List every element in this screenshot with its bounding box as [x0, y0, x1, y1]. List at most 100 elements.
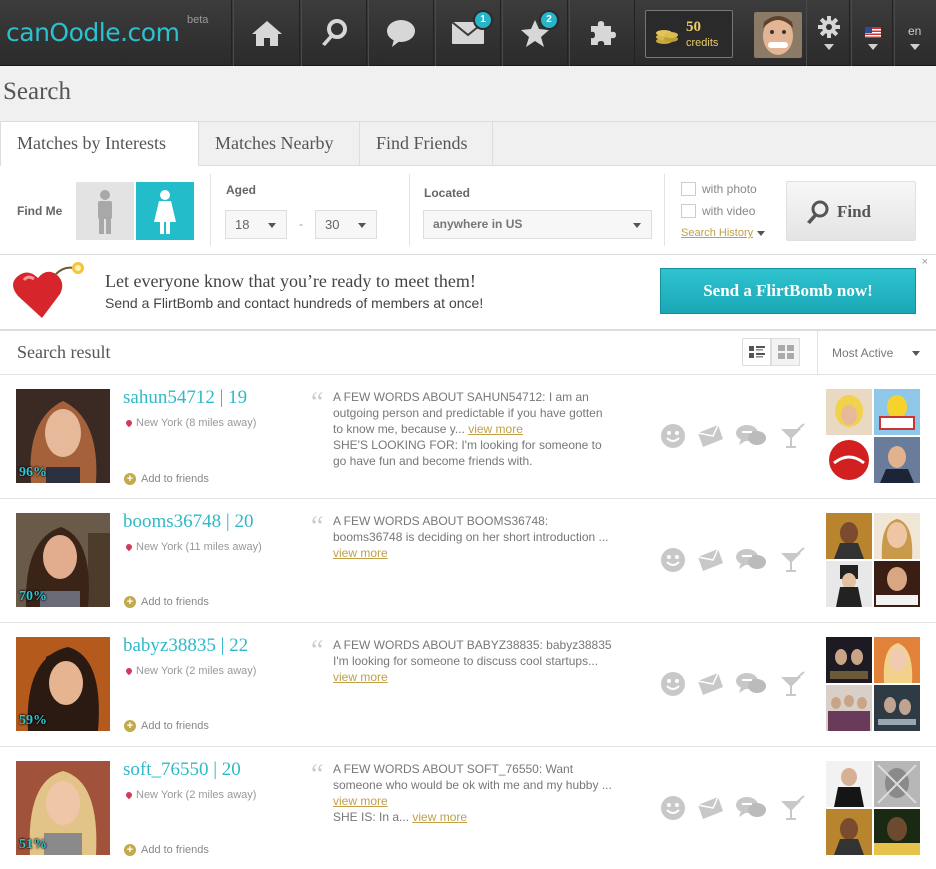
interest-image[interactable]: [874, 685, 920, 731]
tab-matches-nearby[interactable]: Matches Nearby: [199, 122, 360, 166]
interest-image[interactable]: [874, 513, 920, 559]
age-to-select[interactable]: 30: [315, 210, 377, 239]
interest-image[interactable]: [826, 809, 872, 855]
chat-icon[interactable]: [735, 795, 767, 824]
add-to-friends-label: Add to friends: [141, 720, 209, 732]
smile-icon[interactable]: [660, 795, 686, 824]
with-video-checkbox[interactable]: [681, 204, 696, 218]
plus-icon: +: [124, 473, 136, 485]
interest-image[interactable]: [826, 761, 872, 807]
search-history-label: Search History: [681, 227, 754, 239]
credits-button[interactable]: 50 credits: [645, 10, 733, 58]
interest-image[interactable]: [874, 561, 920, 607]
interest-image[interactable]: [874, 437, 920, 483]
location-value: New York (2 miles away): [136, 789, 257, 801]
view-more-link[interactable]: view more: [333, 794, 388, 808]
add-to-friends-button[interactable]: + Add to friends: [124, 720, 209, 732]
apps-button[interactable]: [569, 0, 635, 66]
location-text: New York (11 miles away): [124, 541, 262, 553]
grid-view-button[interactable]: [771, 338, 800, 366]
interest-image[interactable]: [874, 389, 920, 435]
tab-find-friends[interactable]: Find Friends: [360, 122, 493, 166]
profile-photo[interactable]: 70%: [16, 513, 110, 607]
sort-value: Most Active: [832, 346, 894, 360]
flirtbomb-headline: Let everyone know that you’re ready to m…: [105, 271, 476, 291]
interest-image[interactable]: [826, 637, 872, 683]
username-link[interactable]: booms36748 | 20: [123, 511, 253, 533]
country-flag-button[interactable]: [851, 0, 893, 66]
tab-matches-by-interests[interactable]: Matches by Interests: [0, 122, 199, 167]
view-more-link[interactable]: view more: [412, 810, 467, 824]
add-to-friends-button[interactable]: + Add to friends: [124, 844, 209, 856]
message-icon[interactable]: [696, 671, 724, 700]
drink-invite-icon[interactable]: [778, 547, 806, 578]
chat-button[interactable]: [368, 0, 434, 66]
send-flirtbomb-button[interactable]: Send a FlirtBomb now!: [660, 268, 916, 314]
smile-icon[interactable]: [660, 423, 686, 452]
drink-invite-icon[interactable]: [778, 795, 806, 826]
search-button[interactable]: [301, 0, 367, 66]
message-icon[interactable]: [696, 423, 724, 452]
username-link[interactable]: soft_76550 | 20: [123, 759, 241, 781]
interest-image[interactable]: [826, 561, 872, 607]
search-history-link[interactable]: Search History: [681, 227, 766, 239]
smile-icon[interactable]: [660, 547, 686, 576]
with-video-label: with video: [702, 204, 756, 218]
grid-view-icon: [778, 345, 794, 359]
favorites-button[interactable]: 2: [502, 0, 568, 66]
location-value: anywhere in US: [433, 217, 523, 231]
interest-image[interactable]: [826, 685, 872, 731]
chat-bubble-icon: [387, 20, 415, 47]
home-icon: [251, 21, 282, 46]
language-button[interactable]: en: [894, 0, 936, 66]
smile-icon[interactable]: [660, 671, 686, 700]
chat-icon[interactable]: [735, 423, 767, 452]
chat-icon[interactable]: [735, 547, 767, 576]
username-link[interactable]: babyz38835 | 22: [123, 635, 248, 657]
result-row: 70% booms36748 | 20 New York (11 miles a…: [0, 499, 936, 623]
result-row: 59% babyz38835 | 22 New York (2 miles aw…: [0, 623, 936, 747]
settings-button[interactable]: [806, 0, 850, 66]
gender-male-button[interactable]: [76, 182, 134, 240]
logo[interactable]: canOodle.com beta: [0, 0, 232, 66]
drink-invite-icon[interactable]: [778, 423, 806, 454]
add-to-friends-button[interactable]: + Add to friends: [124, 473, 209, 485]
user-avatar[interactable]: [754, 12, 802, 58]
home-button[interactable]: [233, 0, 300, 66]
profile-photo[interactable]: 96%: [16, 389, 110, 483]
male-icon: [98, 190, 112, 234]
message-icon[interactable]: [696, 795, 724, 824]
interest-image[interactable]: [874, 637, 920, 683]
profile-photo[interactable]: 59%: [16, 637, 110, 731]
view-more-link[interactable]: view more: [333, 670, 388, 684]
sort-select[interactable]: Most Active: [817, 331, 936, 375]
chevron-down-icon: [358, 223, 366, 228]
location-pin-icon: [124, 666, 134, 676]
add-to-friends-button[interactable]: + Add to friends: [124, 596, 209, 608]
chevron-down-icon: [268, 223, 276, 228]
interest-image[interactable]: [826, 513, 872, 559]
drink-invite-icon[interactable]: [778, 671, 806, 702]
chat-icon[interactable]: [735, 671, 767, 700]
with-photo-checkbox[interactable]: [681, 182, 696, 196]
profile-photo[interactable]: 51%: [16, 761, 110, 855]
message-icon[interactable]: [696, 547, 724, 576]
close-banner-icon[interactable]: ×: [922, 256, 928, 268]
find-button[interactable]: Find: [786, 181, 916, 241]
username-link[interactable]: sahun54712 | 19: [123, 387, 247, 409]
interest-image[interactable]: [826, 389, 872, 435]
gender-female-button[interactable]: [136, 182, 194, 240]
interest-image[interactable]: [874, 809, 920, 855]
messages-button[interactable]: 1: [435, 0, 501, 66]
location-select[interactable]: anywhere in US: [423, 210, 652, 239]
interests-grid: [826, 513, 922, 609]
view-more-link[interactable]: view more: [468, 422, 523, 436]
list-view-button[interactable]: [742, 338, 771, 366]
interest-image[interactable]: [826, 437, 872, 483]
interest-image[interactable]: [874, 761, 920, 807]
age-from-value: 18: [235, 217, 250, 232]
top-navigation-bar: canOodle.com beta 1 2 50 credits en: [0, 0, 936, 66]
age-from-select[interactable]: 18: [225, 210, 287, 239]
divider: [210, 174, 211, 246]
view-more-link[interactable]: view more: [333, 546, 388, 560]
